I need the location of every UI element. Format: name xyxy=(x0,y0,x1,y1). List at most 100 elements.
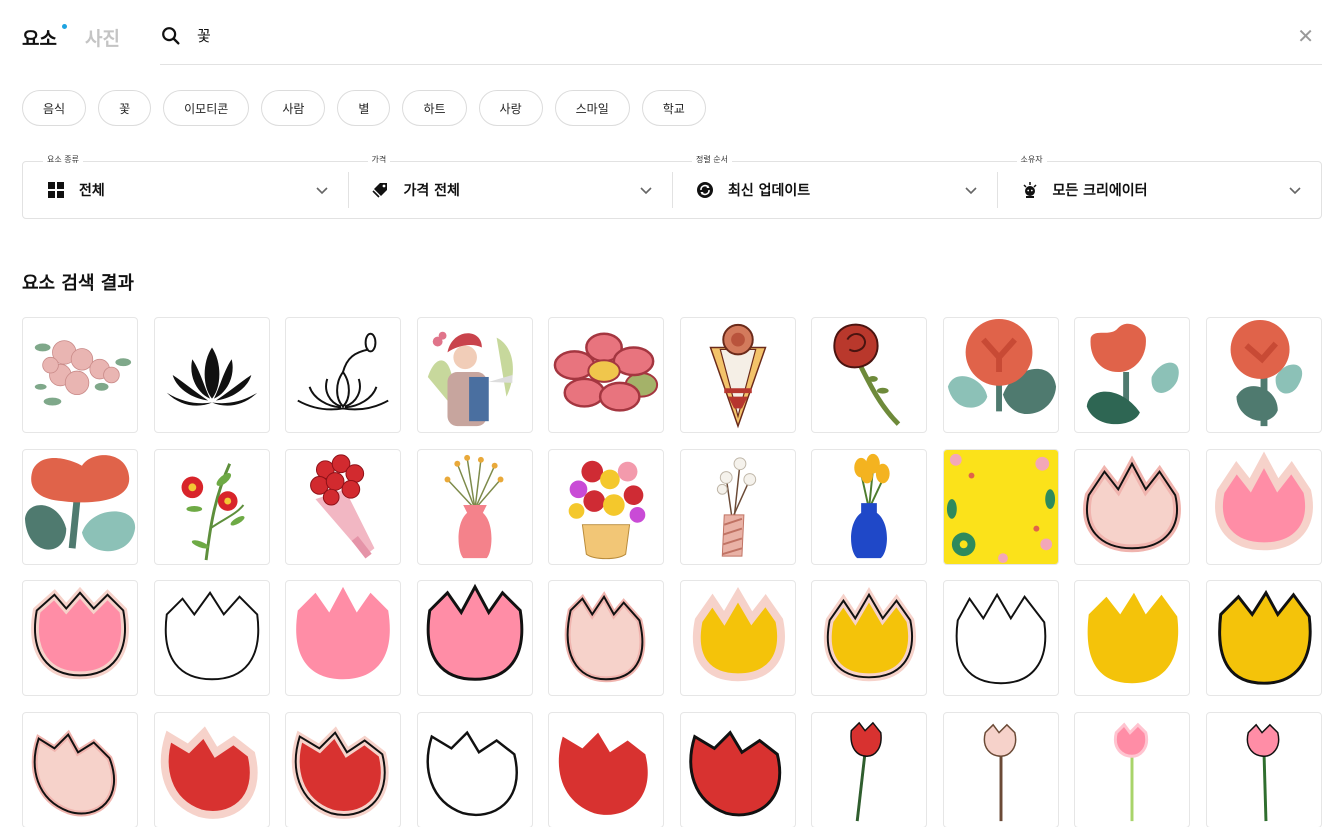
result-item[interactable] xyxy=(679,711,796,827)
result-item[interactable] xyxy=(942,711,1059,827)
result-item[interactable] xyxy=(548,317,664,433)
chevron-down-icon xyxy=(640,187,652,195)
vase-dried-flowers-image xyxy=(444,454,503,558)
tulip-yellow-glow-image xyxy=(692,586,785,682)
filter-label: 가격 xyxy=(367,154,391,165)
flower-basket-image xyxy=(568,460,646,559)
filter-value: 가격 전체 xyxy=(403,183,460,199)
result-item[interactable] xyxy=(679,317,796,433)
search-icon[interactable] xyxy=(160,25,182,47)
tulip-stem-pink-image xyxy=(1246,723,1279,821)
red-camellia-branch-image xyxy=(181,462,245,560)
filter-label: 소유자 xyxy=(1016,154,1047,165)
tulip-peach-outline-2-image xyxy=(564,591,646,683)
result-item[interactable] xyxy=(679,448,796,565)
result-item[interactable] xyxy=(416,317,533,433)
chip-3[interactable]: 사람 xyxy=(261,90,326,126)
chevron-down-icon xyxy=(1289,187,1301,195)
chip-6[interactable]: 사랑 xyxy=(478,90,543,126)
outline-lotus-image xyxy=(297,332,389,411)
result-item[interactable] xyxy=(416,448,533,565)
result-item[interactable] xyxy=(285,317,401,433)
result-item[interactable] xyxy=(942,317,1059,433)
filter-sort[interactable]: 정렬 순서 최신 업데이트 xyxy=(672,154,997,218)
filter-label: 요소 종류 xyxy=(43,154,83,165)
black-lotus-image xyxy=(166,347,257,406)
tulip-pink-plain-image xyxy=(296,586,390,680)
creator-icon xyxy=(1021,181,1039,199)
filter-label: 정렬 순서 xyxy=(692,154,732,165)
result-item[interactable] xyxy=(22,448,138,565)
result-item[interactable] xyxy=(153,448,270,565)
tulip-red-bold-image xyxy=(688,729,781,816)
tulip-stem-red-image xyxy=(850,721,882,821)
tulip-white-outline-2-image xyxy=(955,592,1046,685)
active-dot xyxy=(61,24,67,29)
result-item[interactable] xyxy=(22,317,138,433)
tulip-peach-outline-image xyxy=(1083,454,1181,552)
result-item[interactable] xyxy=(153,580,270,696)
result-item[interactable] xyxy=(811,448,927,565)
result-item[interactable] xyxy=(811,317,927,433)
chip-2[interactable]: 이모티콘 xyxy=(163,90,250,126)
filter-price[interactable]: 가격 가격 전체 xyxy=(347,154,673,218)
result-item[interactable] xyxy=(942,580,1059,696)
result-item[interactable] xyxy=(153,711,270,827)
result-item[interactable] xyxy=(153,317,270,433)
search-input[interactable] xyxy=(197,26,1197,44)
result-item[interactable] xyxy=(1205,580,1322,696)
result-item[interactable] xyxy=(1205,711,1322,827)
filter-value: 모든 크리에이터 xyxy=(1052,183,1148,199)
red-rose-image xyxy=(833,323,901,426)
filter-element-type[interactable]: 요소 종류 전체 xyxy=(23,154,348,218)
result-item[interactable] xyxy=(1074,580,1190,696)
tulip-pink-glow-image xyxy=(1214,451,1313,550)
tulip-white-tilted-image xyxy=(426,730,518,816)
result-item[interactable] xyxy=(1074,448,1190,565)
result-item[interactable] xyxy=(416,580,533,696)
result-item[interactable] xyxy=(1074,317,1190,433)
red-rose-bouquet-image xyxy=(310,453,375,559)
chevron-down-icon xyxy=(315,187,328,195)
filter-owner[interactable]: 소유자 모든 크리에이터 xyxy=(996,154,1322,218)
result-item[interactable] xyxy=(679,580,796,696)
tulip-yellow-outline-image xyxy=(823,586,916,682)
result-item[interactable] xyxy=(285,711,401,827)
tab-photos[interactable]: 사진 xyxy=(85,24,120,51)
chip-7[interactable]: 스마일 xyxy=(554,90,630,126)
result-item[interactable] xyxy=(548,580,664,696)
refresh-icon xyxy=(696,181,714,199)
result-item[interactable] xyxy=(1205,317,1322,433)
result-item[interactable] xyxy=(22,711,138,827)
result-item[interactable] xyxy=(811,580,927,696)
woman-watering-plants-image xyxy=(427,331,513,427)
tulip-yellow-plain-image xyxy=(1087,592,1179,684)
tulip-yellow-bold-image xyxy=(1217,589,1312,685)
result-item[interactable] xyxy=(548,711,664,827)
red-rose-teal-leaves-image xyxy=(1230,319,1302,427)
chip-5[interactable]: 하트 xyxy=(402,90,467,126)
result-item[interactable] xyxy=(942,448,1059,565)
tulip-stem-peach-image xyxy=(983,723,1016,821)
result-item[interactable] xyxy=(1205,448,1322,565)
chip-1[interactable]: 꽃 xyxy=(98,90,152,126)
chevron-down-icon xyxy=(964,187,977,195)
result-item[interactable] xyxy=(1074,711,1190,827)
tulip-pink-outline-image xyxy=(31,586,129,680)
rose-bouquet-cone-image xyxy=(708,323,767,429)
result-item[interactable] xyxy=(285,448,401,565)
tulip-red-glow-image xyxy=(160,725,257,819)
result-item[interactable] xyxy=(285,580,401,696)
chip-4[interactable]: 별 xyxy=(337,90,391,126)
result-item[interactable] xyxy=(416,711,533,827)
result-item[interactable] xyxy=(22,580,138,696)
result-item[interactable] xyxy=(811,711,927,827)
result-item[interactable] xyxy=(548,448,664,565)
chip-8[interactable]: 학교 xyxy=(641,90,706,126)
yellow-floral-frame-image xyxy=(943,449,1058,564)
tab-elements[interactable]: 요소 xyxy=(22,24,67,51)
type-tabs: 요소 사진 xyxy=(22,24,120,51)
filter-value: 최신 업데이트 xyxy=(728,183,811,199)
chip-0[interactable]: 음식 xyxy=(22,90,87,126)
close-icon[interactable]: ✕ xyxy=(1297,25,1314,47)
